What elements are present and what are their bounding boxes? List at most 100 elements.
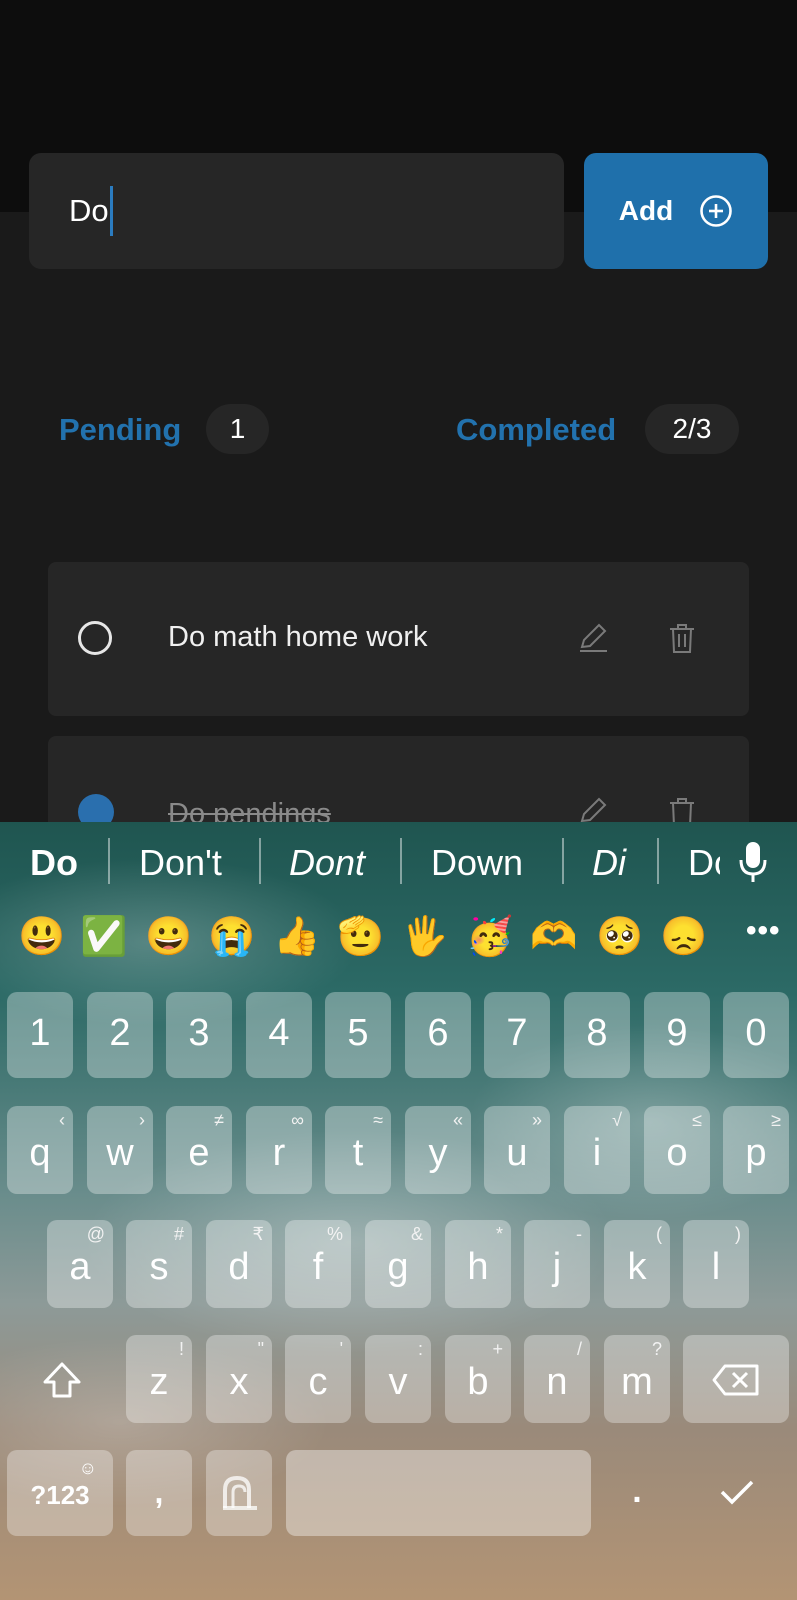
emoji-key[interactable]: ✅ (80, 914, 127, 960)
emoji-key[interactable]: 😃 (18, 914, 65, 960)
key-9[interactable]: 9 (644, 992, 710, 1078)
divider (108, 838, 110, 884)
emoji-key[interactable]: 🫡 (337, 914, 384, 960)
key-hint: ' (339, 1339, 343, 1359)
symbols-key[interactable]: ?123 ☺ (7, 1450, 113, 1536)
key-y[interactable]: «y (405, 1106, 471, 1194)
add-button[interactable]: Add (584, 153, 768, 269)
key-label: z (149, 1361, 169, 1403)
key-label: a (69, 1246, 91, 1288)
microphone-icon[interactable] (738, 840, 768, 884)
key-c[interactable]: ' c (285, 1335, 351, 1423)
key-g[interactable]: & g (365, 1220, 431, 1308)
key-u[interactable]: » u (484, 1106, 550, 1194)
comma-key[interactable]: , (126, 1450, 192, 1536)
key-label: s (149, 1246, 169, 1288)
emoji-key[interactable]: 😀 (145, 914, 192, 960)
more-emoji-button[interactable]: ••• (746, 914, 781, 948)
emoji-key[interactable]: 😞 (660, 914, 707, 960)
key-2[interactable]: 2 (87, 992, 153, 1078)
task-input[interactable]: Do (29, 153, 564, 269)
trash-icon[interactable] (668, 622, 696, 654)
key-hint: ‹ (59, 1110, 65, 1130)
key-b[interactable]: + b (445, 1335, 511, 1423)
key-hint: % (326, 1224, 343, 1244)
key-hint: ( (656, 1224, 662, 1244)
key-label: q (29, 1132, 51, 1174)
key-hint: ≥ (771, 1110, 781, 1130)
suggestion-word[interactable]: Do (688, 842, 720, 884)
key-m[interactable]: ? m (604, 1335, 670, 1423)
key-a[interactable]: @ a (47, 1220, 113, 1308)
key-label: n (546, 1361, 568, 1403)
key-label: r (272, 1132, 286, 1174)
key-o[interactable]: ≤ o (644, 1106, 710, 1194)
key-hint: / (576, 1339, 582, 1359)
key-7[interactable]: 7 (484, 992, 550, 1078)
emoji-smile-icon: ☺ (78, 1458, 97, 1478)
emoji-key[interactable]: 👍 (273, 914, 320, 960)
key-3[interactable]: 3 (166, 992, 232, 1078)
key-p[interactable]: ≥ p (723, 1106, 789, 1194)
key-i[interactable]: √ i (564, 1106, 630, 1194)
suggestion-word[interactable]: Do (30, 842, 78, 884)
symbols-key-label: ?123 (30, 1480, 90, 1510)
completed-label[interactable]: Completed (456, 412, 616, 448)
pending-label[interactable]: Pending (59, 412, 181, 448)
key-label: 6 (427, 1012, 449, 1054)
key-hint: + (492, 1339, 503, 1359)
key-4[interactable]: 4 (246, 992, 312, 1078)
key-label: . (632, 1472, 642, 1510)
key-8[interactable]: 8 (564, 992, 630, 1078)
emoji-key[interactable]: 🥳 (466, 914, 513, 960)
key-label: 4 (268, 1012, 290, 1054)
key-q[interactable]: ‹ q (7, 1106, 73, 1194)
key-x[interactable]: " x (206, 1335, 272, 1423)
key-e[interactable]: ≠ e (166, 1106, 232, 1194)
suggestion-word[interactable]: Don't (139, 842, 222, 884)
emoji-key[interactable]: 😭 (208, 914, 255, 960)
key-v[interactable]: :v (365, 1335, 431, 1423)
key-1[interactable]: 1 (7, 992, 73, 1078)
key-5[interactable]: 5 (325, 992, 391, 1078)
key-f[interactable]: % f (285, 1220, 351, 1308)
key-j[interactable]: -j (524, 1220, 590, 1308)
key-label: 9 (666, 1012, 688, 1054)
key-l[interactable]: ) l (683, 1220, 749, 1308)
pencil-icon[interactable] (576, 620, 610, 654)
key-k[interactable]: (k (604, 1220, 670, 1308)
suggestion-word[interactable]: Down (431, 842, 523, 884)
key-t[interactable]: ≈ t (325, 1106, 391, 1194)
space-bar[interactable] (286, 1450, 591, 1536)
key-h[interactable]: * h (445, 1220, 511, 1308)
language-switch-key[interactable] (206, 1450, 272, 1536)
key-label: 5 (347, 1012, 369, 1054)
key-0[interactable]: 0 (723, 992, 789, 1078)
shift-key[interactable] (7, 1335, 113, 1423)
emoji-key[interactable]: 🫶 (530, 914, 577, 960)
key-n[interactable]: / n (524, 1335, 590, 1423)
emoji-key[interactable]: 🖐 (401, 914, 448, 960)
plus-circle-icon (700, 195, 733, 227)
period-key[interactable]: . (604, 1450, 670, 1536)
key-label: u (506, 1132, 528, 1174)
key-label: j (552, 1246, 562, 1288)
key-label: k (627, 1246, 647, 1288)
key-6[interactable]: 6 (405, 992, 471, 1078)
key-hint: √ (612, 1110, 622, 1130)
enter-key[interactable] (683, 1450, 789, 1536)
task-checkbox-unchecked[interactable] (78, 621, 112, 655)
key-d[interactable]: ₹ d (206, 1220, 272, 1308)
emoji-key[interactable]: 🥺 (596, 914, 643, 960)
suggestion-word[interactable]: Di (592, 842, 626, 884)
key-hint: ₹ (252, 1224, 264, 1244)
divider (400, 838, 402, 884)
backspace-key[interactable] (683, 1335, 789, 1423)
completed-count-badge: 2/3 (645, 404, 739, 454)
key-hint: * (495, 1224, 503, 1244)
key-r[interactable]: ∞ r (246, 1106, 312, 1194)
key-s[interactable]: # s (126, 1220, 192, 1308)
key-w[interactable]: › w (87, 1106, 153, 1194)
key-z[interactable]: ! z (126, 1335, 192, 1423)
suggestion-word[interactable]: Dont (289, 842, 365, 884)
